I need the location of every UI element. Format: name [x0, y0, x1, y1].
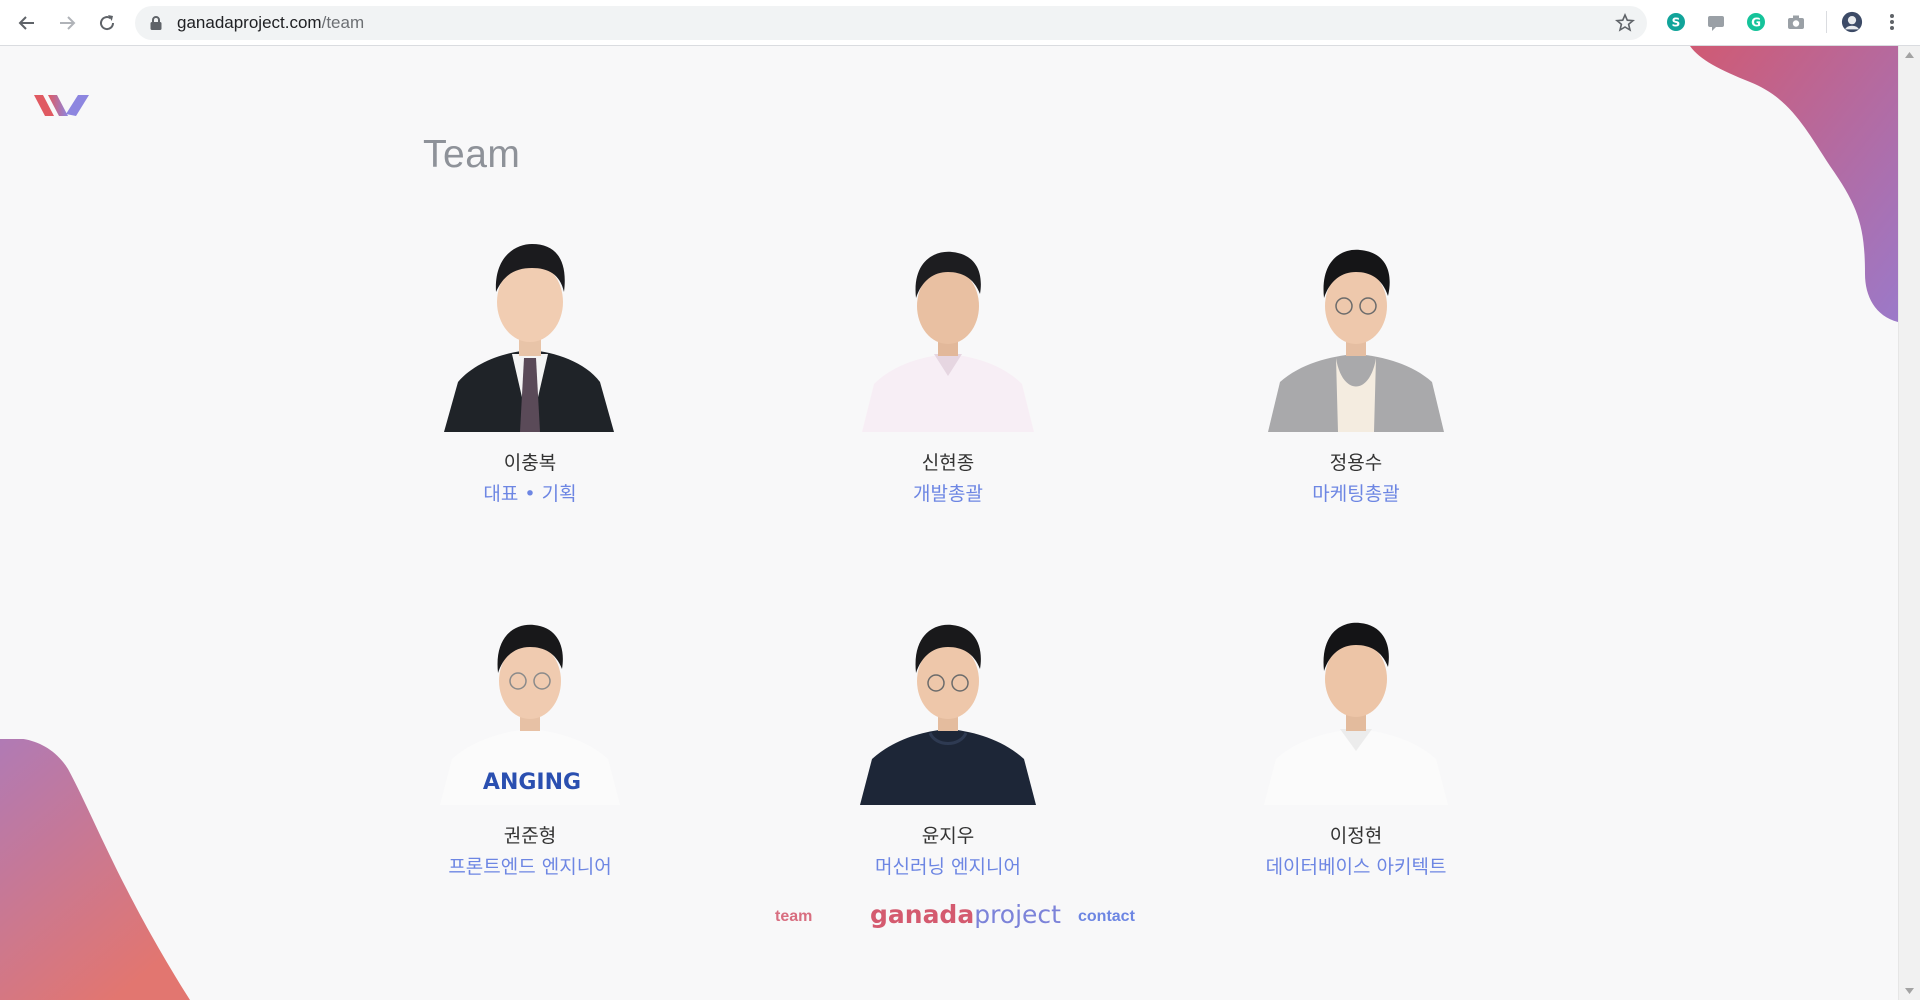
- member-name: 윤지우: [921, 825, 975, 847]
- star-icon[interactable]: [1615, 13, 1635, 33]
- extension-button-2[interactable]: [1705, 11, 1727, 33]
- reload-button[interactable]: [92, 8, 122, 38]
- member-role: 개발총괄: [913, 483, 983, 505]
- member-name: 정용수: [1329, 452, 1383, 474]
- member-role: 머신러닝 엔지니어: [875, 856, 1021, 878]
- member-name: 신현종: [921, 452, 975, 474]
- forward-button[interactable]: [52, 8, 82, 38]
- page-title: Team: [423, 133, 521, 176]
- decorative-blob-bottom-left: [0, 739, 190, 1000]
- extension-button-1[interactable]: S: [1665, 11, 1687, 33]
- scroll-down-arrow-icon[interactable]: [1905, 988, 1914, 994]
- url-text[interactable]: ganadaproject.com/team: [177, 13, 364, 33]
- footer-brand-light: project: [974, 900, 1061, 929]
- member-photo: [860, 624, 1036, 805]
- footer-team-link[interactable]: team: [775, 908, 812, 926]
- toolbar-divider: [1826, 11, 1827, 33]
- site-logo[interactable]: [32, 90, 92, 120]
- footer-contact-link[interactable]: contact: [1078, 908, 1135, 926]
- browser-toolbar: ganadaproject.com/team S G: [0, 0, 1920, 46]
- chat-extension-icon: [1708, 16, 1724, 31]
- back-icon: [18, 16, 34, 30]
- lock-icon: [150, 16, 162, 30]
- menu-icon: [1890, 14, 1894, 30]
- svg-text:S: S: [1672, 16, 1681, 30]
- member-photo: [1268, 249, 1444, 432]
- member-photo: ANGING: [440, 624, 620, 805]
- member-photo: [862, 251, 1034, 432]
- grammarly-icon: G: [1747, 13, 1765, 31]
- profile-icon: [1841, 11, 1863, 33]
- decorative-blob-top-right: [1690, 46, 1898, 322]
- page-scrollbar[interactable]: [1898, 46, 1920, 1000]
- back-button[interactable]: [12, 8, 42, 38]
- scroll-up-arrow-icon[interactable]: [1905, 52, 1914, 58]
- extension-button-3[interactable]: G: [1745, 11, 1767, 33]
- extension-button-4[interactable]: [1785, 11, 1807, 33]
- member-role: 마케팅총괄: [1312, 483, 1400, 505]
- address-bar[interactable]: ganadaproject.com/team: [135, 6, 1647, 40]
- member-photo: [444, 244, 614, 432]
- skype-icon: S: [1667, 13, 1685, 31]
- url-domain: ganadaproject.com: [177, 13, 322, 32]
- svg-text:G: G: [1751, 16, 1761, 30]
- member-role: 프론트엔드 엔지니어: [448, 856, 612, 878]
- member-photo: [1264, 622, 1448, 805]
- shirt-print: ANGING: [483, 770, 581, 795]
- member-role: 대표 • 기획: [483, 483, 577, 505]
- browser-menu-button[interactable]: [1881, 11, 1903, 33]
- profile-button[interactable]: [1841, 11, 1863, 33]
- reload-icon: [100, 15, 115, 31]
- member-role: 데이터베이스 아키텍트: [1265, 856, 1447, 878]
- member-name: 이정현: [1329, 825, 1383, 847]
- camera-icon: [1788, 15, 1804, 29]
- footer-brand-logo[interactable]: ganadaproject: [870, 900, 1061, 929]
- footer-brand-bold: ganada: [870, 900, 975, 929]
- member-name: 권준형: [503, 825, 557, 847]
- url-path: /team: [321, 13, 365, 32]
- member-name: 이충복: [503, 452, 557, 474]
- forward-icon: [60, 16, 76, 30]
- page-content: Team 이충복 대표 • 기획 신현종 개발총괄 정용수 마케팅총괄 ANGI…: [0, 46, 1898, 1000]
